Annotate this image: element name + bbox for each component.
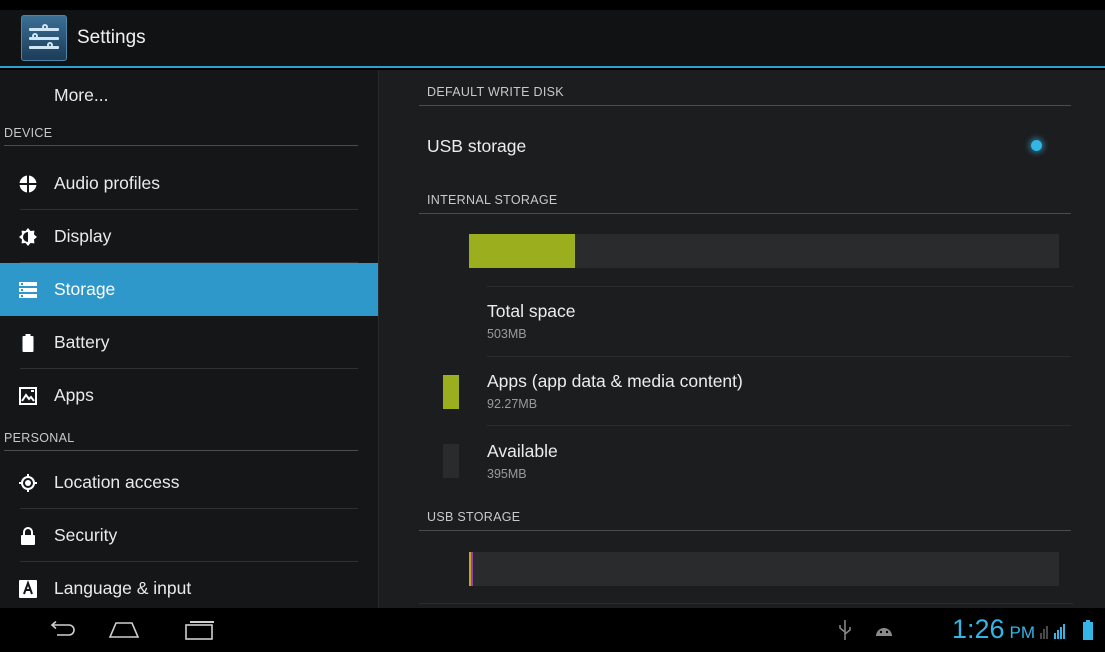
total-space-value: 503MB <box>487 327 527 341</box>
apps-usage-segment <box>469 234 576 268</box>
sidebar-item-label: Battery <box>54 332 110 352</box>
section-header-usb-storage: USB STORAGE <box>419 505 1071 531</box>
back-icon[interactable] <box>42 616 82 644</box>
divider <box>4 450 358 451</box>
recent-apps-icon[interactable] <box>180 616 220 644</box>
sidebar-item-label: Audio profiles <box>54 173 161 193</box>
usb-storage-option[interactable]: USB storage <box>419 112 1071 174</box>
sidebar-item-apps[interactable]: Apps <box>0 369 378 422</box>
divider <box>419 105 1071 106</box>
settings-sliders-icon[interactable] <box>21 15 67 61</box>
available-storage-label: Available <box>487 441 558 461</box>
section-header-device: DEVICE <box>0 120 378 146</box>
section-header-label: DEFAULT WRITE DISK <box>427 85 564 99</box>
divider <box>419 530 1071 531</box>
apps-storage-value: 92.27MB <box>487 397 538 411</box>
clock: 1:26 PM <box>952 614 1035 645</box>
available-storage-row[interactable]: Available 395MB <box>419 427 1071 497</box>
available-color-swatch <box>443 444 459 478</box>
battery-status-icon <box>1083 620 1093 645</box>
signal-icon <box>1040 623 1076 644</box>
section-header-internal-storage: INTERNAL STORAGE <box>419 188 1071 214</box>
system-navigation-bar: 1:26 PM <box>0 608 1105 652</box>
divider <box>419 213 1071 214</box>
sidebar-item-location-access[interactable]: Location access <box>0 456 378 509</box>
storage-icon <box>19 281 37 299</box>
apps-color-swatch <box>443 375 459 409</box>
total-space-row[interactable]: Total space 503MB <box>419 287 1071 357</box>
sidebar-item-security[interactable]: Security <box>0 509 378 562</box>
sidebar-item-storage[interactable]: Storage <box>0 263 378 316</box>
apps-icon <box>19 386 37 405</box>
available-storage-value: 395MB <box>487 467 527 481</box>
language-icon <box>19 579 37 598</box>
sidebar-item-audio-profiles[interactable]: Audio profiles <box>0 157 378 210</box>
divider <box>487 356 1071 357</box>
section-header-label: USB STORAGE <box>427 510 521 524</box>
section-header-label: PERSONAL <box>4 431 75 445</box>
sidebar-item-label: Apps <box>54 385 94 405</box>
settings-sidebar: More... DEVICE Audio profiles Display St… <box>0 70 378 608</box>
sidebar-item-label: Location access <box>54 472 180 492</box>
sidebar-item-more[interactable]: More... <box>0 70 378 120</box>
home-icon[interactable] <box>104 616 144 644</box>
divider <box>4 145 358 146</box>
action-bar: Settings <box>0 10 1105 68</box>
divider <box>419 603 1073 604</box>
sidebar-item-label: Storage <box>54 279 116 299</box>
sidebar-item-label: More... <box>54 84 109 105</box>
section-header-personal: PERSONAL <box>0 425 378 451</box>
brightness-icon <box>19 227 37 246</box>
section-header-default-write-disk: DEFAULT WRITE DISK <box>419 80 1071 106</box>
usb-storage-usage-bar <box>469 552 1059 586</box>
sidebar-item-battery[interactable]: Battery <box>0 316 378 369</box>
selected-radio-icon[interactable] <box>1031 140 1042 151</box>
total-space-label: Total space <box>487 301 576 321</box>
sidebar-item-label: Language & input <box>54 578 192 598</box>
location-icon <box>19 473 37 492</box>
usb-storage-option-label: USB storage <box>427 136 527 156</box>
lock-icon <box>19 526 37 545</box>
app-title: Settings <box>77 27 146 48</box>
android-debug-icon <box>874 624 894 643</box>
sidebar-item-label: Security <box>54 525 118 545</box>
clock-time: 1:26 <box>951 614 1005 644</box>
section-header-label: INTERNAL STORAGE <box>427 193 558 207</box>
section-header-label: DEVICE <box>4 126 53 140</box>
usb-icon <box>838 620 852 645</box>
top-edge <box>0 0 1105 10</box>
sidebar-item-label: Display <box>54 226 112 246</box>
internal-storage-usage-bar <box>469 234 1059 268</box>
audio-profiles-icon <box>19 174 37 193</box>
clock-ampm: PM <box>1009 623 1036 642</box>
usb-usage-segment-b <box>471 552 473 586</box>
battery-icon <box>19 333 37 352</box>
sidebar-item-language-input[interactable]: Language & input <box>0 562 378 608</box>
divider <box>487 425 1071 426</box>
apps-storage-label: Apps (app data & media content) <box>487 371 743 391</box>
sidebar-item-display[interactable]: Display <box>0 210 378 263</box>
storage-detail-pane: DEFAULT WRITE DISK USB storage INTERNAL … <box>378 70 1105 608</box>
apps-storage-row[interactable]: Apps (app data & media content) 92.27MB <box>419 358 1071 426</box>
